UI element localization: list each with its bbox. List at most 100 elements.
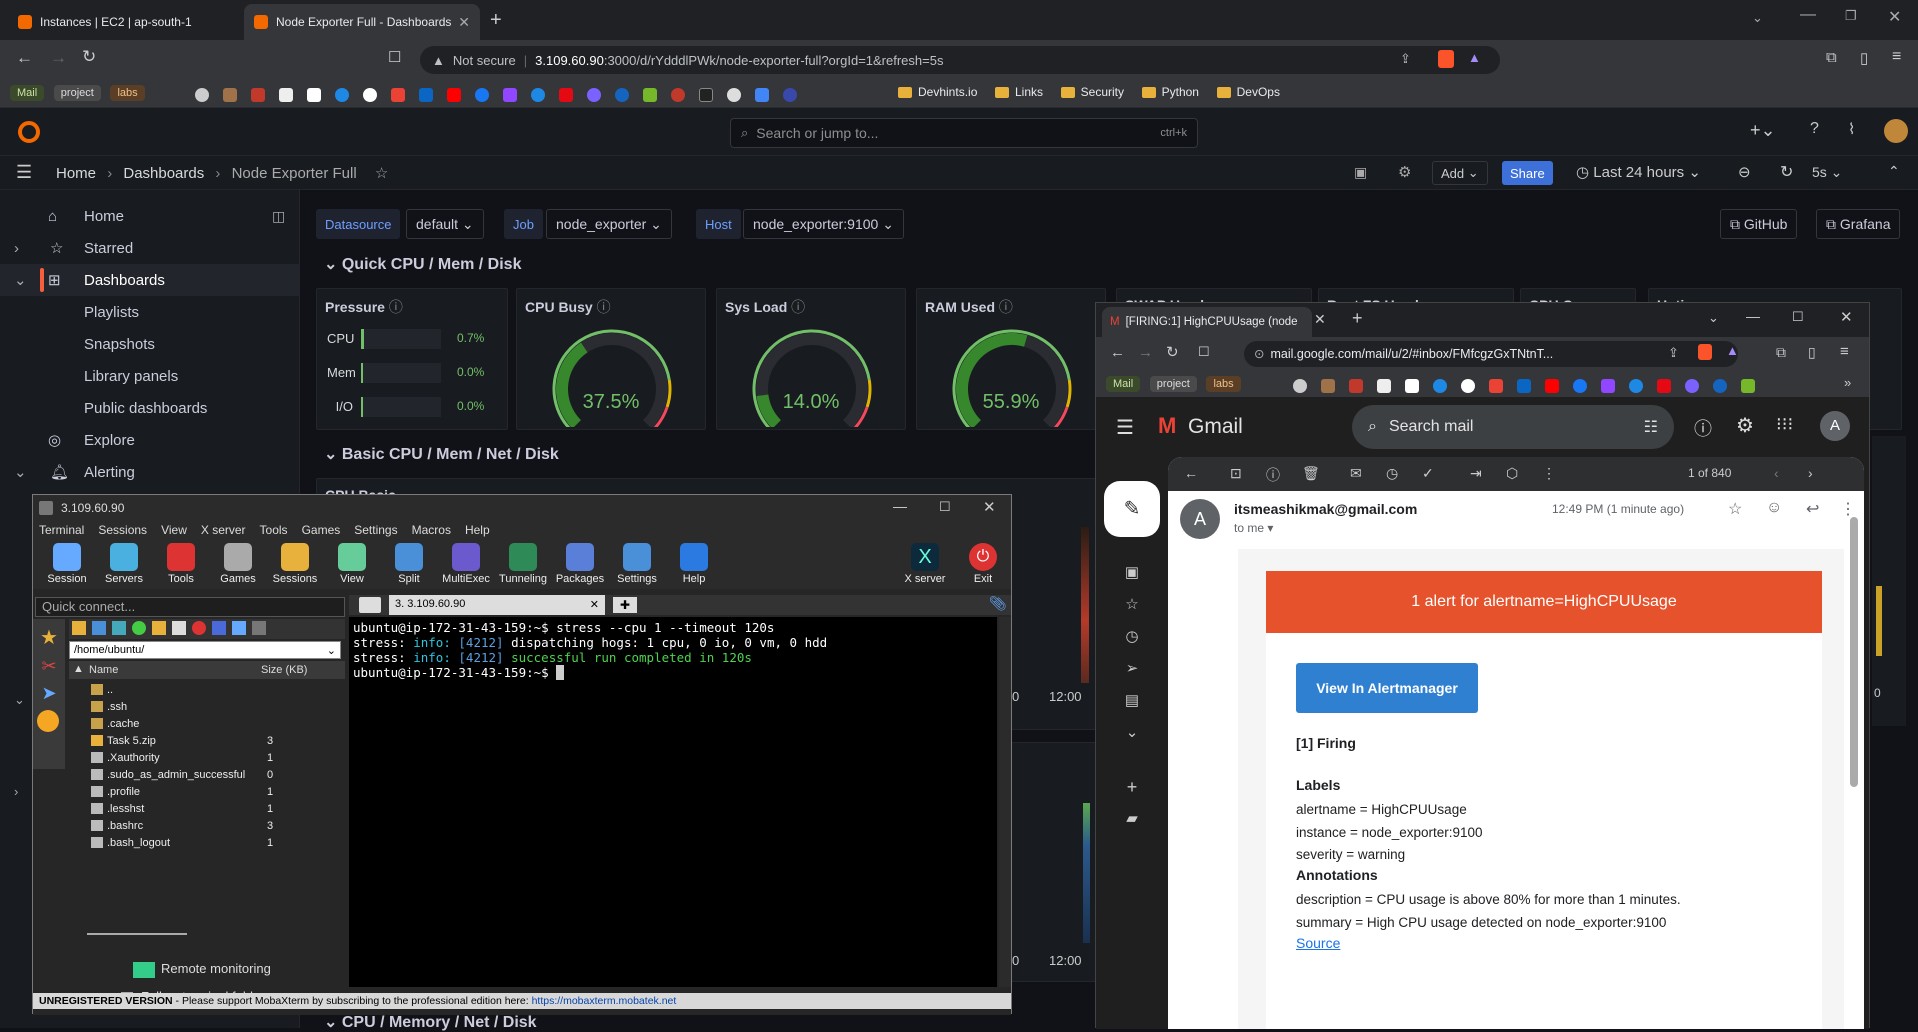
bookmark-labs[interactable]: labs [110,85,145,101]
toolbar-button-help[interactable]: Help [664,539,724,585]
sender-avatar[interactable]: A [1180,499,1220,539]
back-icon[interactable]: ← [16,48,33,68]
grafana-search[interactable]: ⌕ Search or jump to... ctrl+k [730,118,1198,148]
rename-icon[interactable] [212,621,226,635]
section-basic[interactable]: ⌄ Basic CPU / Mem / Net / Disk [324,444,559,464]
linkedin-icon[interactable] [419,87,433,102]
facebook-icon[interactable] [475,87,489,102]
help-icon[interactable]: ⓘ [1694,415,1712,441]
bookmark-icon-10[interactable] [783,87,797,102]
minimize-icon[interactable]: — [1800,6,1816,24]
settings-icon[interactable]: ⚙ [1736,413,1754,438]
new-icon[interactable]: +⌄ [1750,120,1776,141]
globe-icon[interactable] [195,87,209,102]
twitch-icon[interactable] [503,87,517,102]
moba-menu-item[interactable]: Settings [354,523,397,537]
share-url-icon[interactable]: ⇪ [1400,51,1411,67]
openai-icon[interactable] [727,87,741,102]
brave-shield-icon[interactable] [1698,344,1712,360]
file-row[interactable]: .sudo_as_admin_successful 0 [69,766,339,783]
bookmark-icon-3[interactable] [1433,378,1447,393]
bookmark-icon-2[interactable] [251,87,265,102]
maximize-icon[interactable]: ☐ [1792,309,1804,325]
bookmark-project[interactable]: project [53,85,101,101]
info-icon[interactable]: ⓘ [597,299,611,315]
drafts-icon[interactable]: ▤ [1118,685,1146,717]
time-range-picker[interactable]: ◷ Last 24 hours ⌄ [1576,163,1701,181]
toolbar-button-sessions[interactable]: Sessions [265,539,325,585]
older-icon[interactable]: › [1808,465,1813,481]
toolbar-button-tools[interactable]: Tools [151,539,211,585]
close-tab-icon[interactable]: ✕ [1314,311,1326,328]
brave-shield-icon[interactable] [1438,50,1454,68]
close-window-icon[interactable]: ✕ [1840,308,1853,326]
more-options-icon[interactable]: ⋮ [1840,499,1856,519]
bookmark-icon-6[interactable] [615,87,629,102]
xserver-button[interactable]: X X server [895,539,955,585]
toolbar-button-packages[interactable]: Packages [550,539,610,585]
message-scrollbar[interactable] [1850,517,1858,787]
terminal-tab[interactable]: 3. 3.109.60.90 ✕ [389,595,605,615]
starred-icon[interactable]: ☆ [1118,589,1146,621]
close-tab-icon[interactable]: ✕ [590,598,599,611]
column-size[interactable]: Size (KB) [261,664,307,676]
back-icon[interactable]: ← [1110,344,1125,361]
new-tab-icon[interactable]: ✚ [613,597,637,613]
emoji-icon[interactable]: ☺ [1766,499,1782,517]
gmail-logo-icon[interactable]: M [1158,413,1176,439]
sidebar-icon[interactable]: ▯ [1808,344,1816,361]
file-row[interactable]: .cache [69,715,339,732]
move-to-icon[interactable]: ⇥ [1470,465,1482,482]
new-tab-icon[interactable]: + [1352,308,1363,329]
toolbar-button-servers[interactable]: Servers [94,539,154,585]
exit-button[interactable]: ⏻ Exit [953,539,1013,585]
nav-home[interactable]: ⌂ Home [0,200,300,232]
bookmark-icon-4[interactable] [1629,378,1643,393]
minimize-icon[interactable]: — [1746,308,1760,324]
link-grafana[interactable]: ⧉ Grafana [1816,209,1901,239]
terminal-scrollbar[interactable] [999,617,1011,987]
delete-icon[interactable]: 🗑︎ [1302,465,1320,482]
bookmark-folder-devops[interactable]: DevOps [1217,85,1280,99]
moba-menu-item[interactable]: X server [201,523,246,537]
gmail-url-bar[interactable]: ⊙ mail.google.com/mail/u/2/#inbox/FMfcgzG… [1244,341,1738,367]
label-icon[interactable]: ▰ [1118,803,1146,835]
amazon-icon[interactable] [307,87,321,102]
toolbar-button-split[interactable]: Split [379,539,439,585]
bookmark-icon-8[interactable] [671,87,685,102]
youtube-icon[interactable] [447,87,461,102]
reload-icon[interactable]: ↻ [1166,343,1179,361]
quick-connect-input[interactable]: Quick connect... [35,597,345,617]
column-name[interactable]: Name [89,664,118,676]
gmail-icon[interactable] [1489,378,1503,393]
newer-icon[interactable]: ‹ [1774,465,1779,481]
nav-starred[interactable]: › ☆ Starred [0,232,300,264]
terminal-icon[interactable] [252,621,266,635]
bookmark-icon-7[interactable] [1741,378,1755,393]
reply-icon[interactable]: ↩ [1806,499,1819,519]
bookmark-folder-python[interactable]: Python [1142,85,1199,99]
bookmark-folder-security[interactable]: Security [1061,85,1124,99]
info-icon[interactable]: ⓘ [791,299,805,315]
star-icon[interactable]: ☆ [375,165,388,182]
x-icon[interactable] [1377,378,1391,393]
var-select-datasource[interactable]: default ⌄ [406,209,484,239]
tools-icon[interactable]: ✂ [37,656,61,677]
extensions-icon[interactable]: ⧉ [1776,344,1786,361]
facebook-icon[interactable] [1573,378,1587,393]
file-row[interactable]: .ssh [69,698,339,715]
more-icon[interactable]: ⌄ [1118,717,1146,749]
archive-icon[interactable]: ⊡ [1230,465,1242,482]
moba-menu-item[interactable]: Macros [412,523,451,537]
nav-public-dashboards[interactable]: Public dashboards [0,392,300,424]
bookmark-devhints[interactable]: Devhints.io [898,85,977,99]
news-icon[interactable]: ⌇ [1848,120,1855,138]
info-icon[interactable]: ⓘ [999,299,1013,315]
bookmark-folder-links[interactable]: Links [995,85,1043,99]
zoom-out-icon[interactable]: ⊖ [1738,163,1751,181]
close-tab-icon[interactable]: ✕ [458,14,470,31]
search-mail-input[interactable]: ⌕ Search mail ☷ [1352,405,1674,449]
bookmark-icon-9[interactable] [699,87,713,102]
star-icon[interactable]: ☆ [1728,499,1742,519]
collapse-icon[interactable]: ⌃ [1888,163,1900,180]
